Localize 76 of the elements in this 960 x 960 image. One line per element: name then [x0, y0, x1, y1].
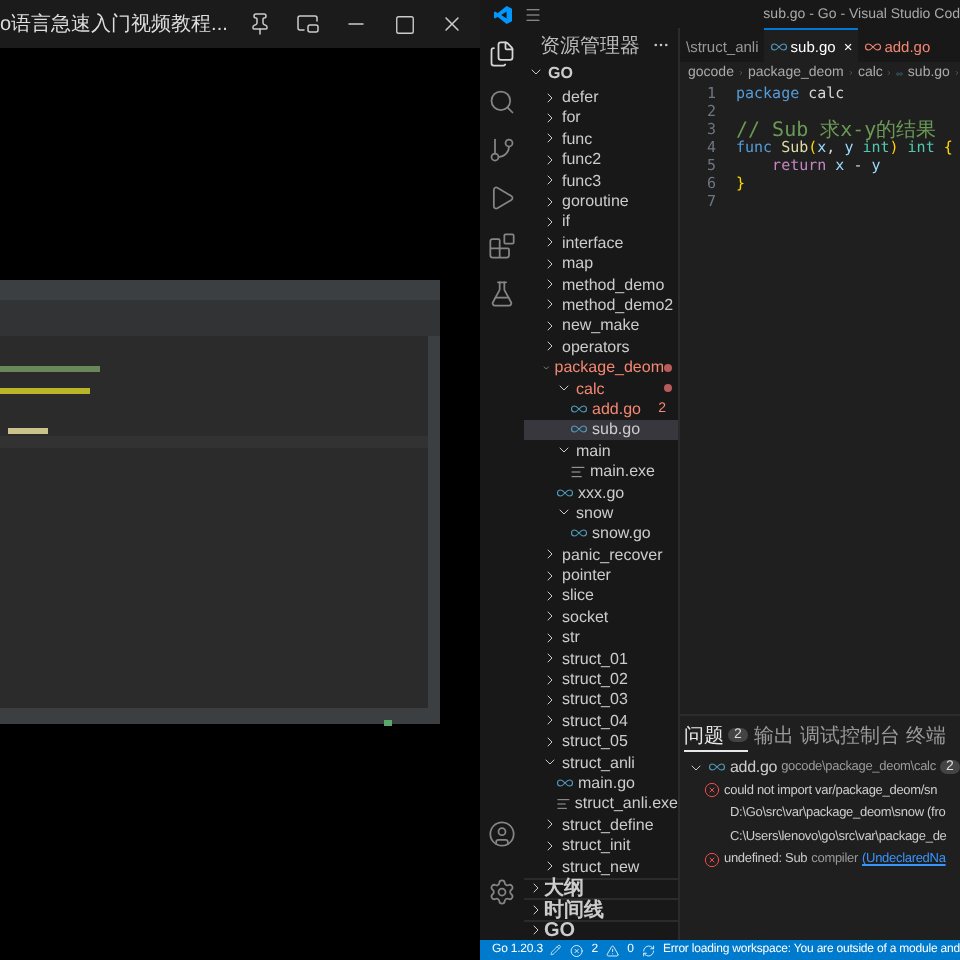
maximize-icon[interactable]	[393, 13, 415, 35]
error-icon	[570, 943, 584, 957]
tree-item[interactable]: socket	[524, 606, 678, 628]
infinity-icon	[556, 773, 574, 792]
error-icon	[704, 851, 720, 868]
window-title: o语言急速入门视频教程...	[0, 11, 230, 38]
branch-icon[interactable]	[488, 136, 516, 164]
tree-item[interactable]: pointer	[524, 564, 678, 586]
close-icon[interactable]	[440, 12, 464, 36]
lines-icon	[556, 795, 571, 812]
tree-item[interactable]: func	[524, 128, 678, 150]
tree-item[interactable]: struct_05	[524, 731, 678, 752]
warning-icon	[606, 943, 620, 957]
tree-item[interactable]: calc	[524, 377, 678, 399]
error-dot	[664, 363, 672, 372]
files-icon[interactable]	[488, 40, 516, 68]
section-header[interactable]: 时间线	[524, 898, 678, 919]
tree-item[interactable]: struct_anli	[524, 751, 678, 773]
tree-item[interactable]: if	[524, 211, 678, 233]
error-dot	[664, 384, 672, 393]
tree-item[interactable]: slice	[524, 585, 678, 607]
tree-item[interactable]: new_make	[524, 315, 678, 337]
tree-item[interactable]: struct_define	[524, 814, 678, 835]
panel-tab[interactable]: 输出	[753, 721, 794, 751]
tree-item[interactable]: struct_01	[524, 647, 678, 669]
tree-item[interactable]: func2	[524, 149, 678, 170]
settings-icon[interactable]	[488, 878, 516, 906]
picture-in-picture-icon[interactable]	[296, 12, 320, 36]
infinity-icon	[556, 483, 574, 501]
tree-item[interactable]: str	[524, 627, 678, 648]
tree-item[interactable]: for	[524, 107, 678, 129]
search-icon[interactable]	[488, 88, 516, 116]
infinity-icon	[570, 524, 588, 543]
tree-item[interactable]: struct_init	[524, 834, 678, 856]
blocks-icon[interactable]	[488, 232, 516, 260]
tree-item[interactable]: main.exe	[524, 460, 678, 482]
lines-icon	[570, 463, 586, 480]
menu-icon[interactable]	[524, 5, 542, 23]
tree-item[interactable]: struct_02	[524, 668, 678, 690]
code-line: // Sub 求x-y的结果	[736, 117, 937, 141]
section-header[interactable]: 大纲	[524, 877, 678, 898]
flask-icon[interactable]	[488, 280, 516, 308]
tree-item[interactable]: snow	[524, 502, 678, 524]
tree-item[interactable]: func3	[524, 169, 678, 191]
tree-item[interactable]: method_demo2	[524, 294, 678, 316]
sync-icon	[641, 943, 655, 957]
tree-item[interactable]: map	[524, 253, 678, 274]
infinity-icon	[770, 37, 789, 55]
pin-icon[interactable]	[248, 12, 272, 36]
infinity-icon	[708, 758, 726, 777]
tree-item[interactable]: xxx.go	[524, 481, 678, 503]
tree-item[interactable]: method_demo	[524, 273, 678, 295]
tree-item[interactable]: panic_recover	[524, 543, 678, 565]
error-icon	[704, 782, 720, 799]
explorer-title: 资源管理器	[540, 33, 640, 59]
play-icon[interactable]	[488, 184, 516, 212]
tree-item[interactable]: sub.go	[524, 419, 678, 441]
tree-item[interactable]: main.go	[524, 772, 678, 794]
tree-item[interactable]: struct_anli.exe	[524, 793, 678, 815]
tree-item[interactable]: main	[524, 440, 678, 461]
tree-item[interactable]: interface	[524, 232, 678, 254]
panel-tab[interactable]: 调试控制台	[799, 721, 900, 751]
problem-file[interactable]: add.go	[730, 758, 778, 777]
tree-item[interactable]: snow.go	[524, 523, 678, 544]
tree-item[interactable]: struct_new	[524, 855, 678, 877]
tree-item[interactable]: struct_03	[524, 689, 678, 711]
tree-item[interactable]: goroutine	[524, 190, 678, 212]
pencil-icon	[550, 944, 563, 956]
panel-tab[interactable]: 终端	[905, 721, 946, 751]
tree-root[interactable]: GO	[524, 62, 678, 83]
code-logo-icon	[493, 5, 511, 23]
tree-item[interactable]: defer	[524, 86, 678, 108]
tree-item[interactable]: operators	[524, 336, 678, 357]
account-icon[interactable]	[488, 820, 516, 848]
tree-item[interactable]: package_deom	[524, 356, 678, 378]
tree-item[interactable]: struct_04	[524, 710, 678, 731]
